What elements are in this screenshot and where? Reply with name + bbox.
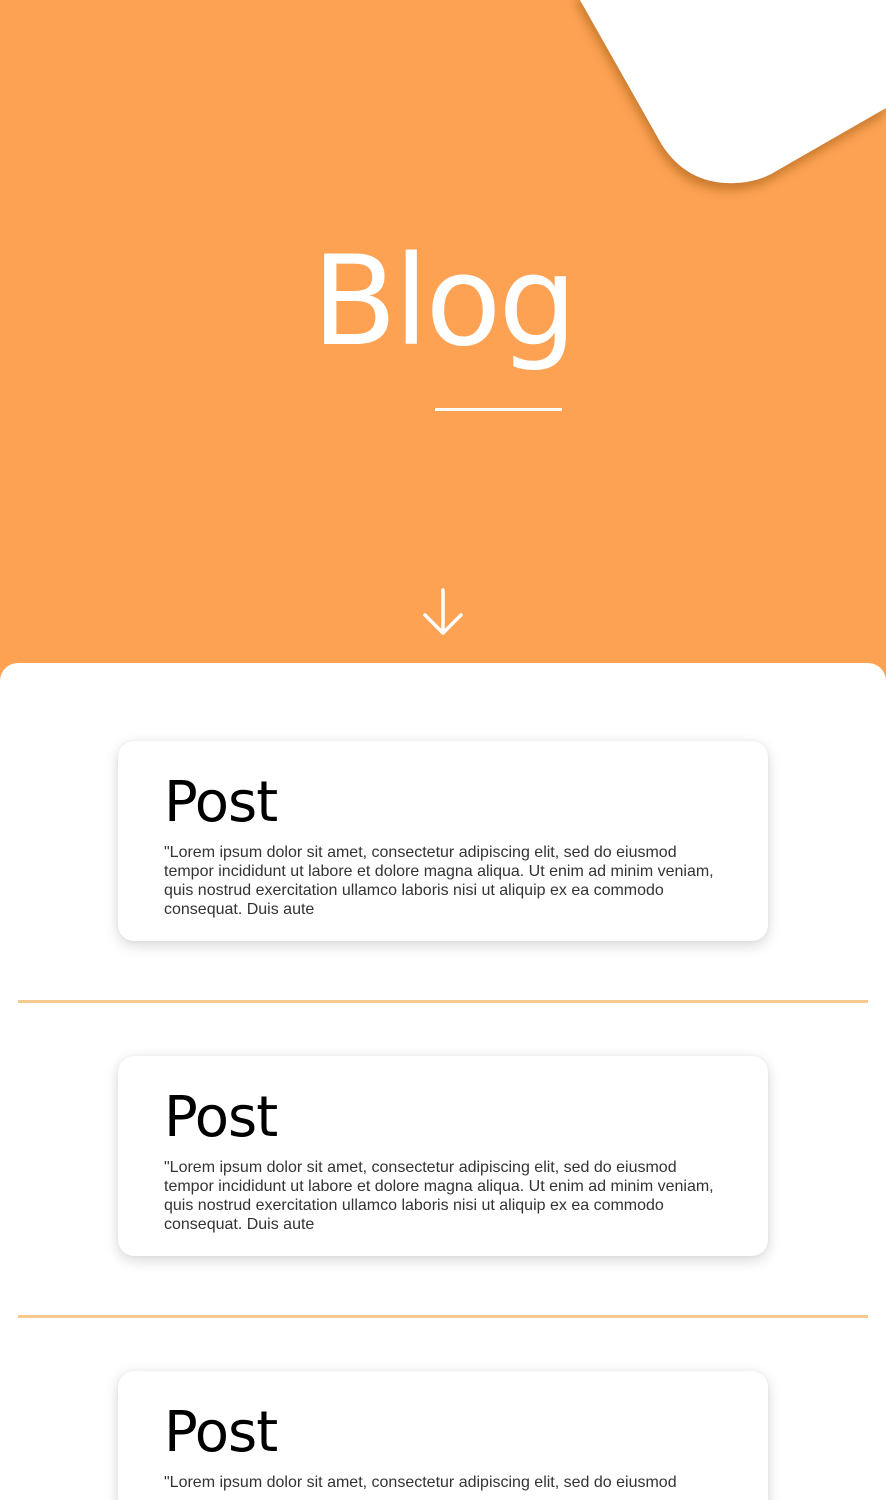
page-title: Blog — [311, 230, 577, 374]
posts-section: Post "Lorem ipsum dolor sit amet, consec… — [0, 663, 886, 1500]
post-card[interactable]: Post "Lorem ipsum dolor sit amet, consec… — [118, 1056, 768, 1256]
post-card[interactable]: Post "Lorem ipsum dolor sit amet, consec… — [118, 1371, 768, 1500]
blog-page: Blog Post "Lorem ipsum dolor sit amet, c… — [0, 0, 886, 1500]
title-underline — [435, 408, 562, 411]
post-excerpt: "Lorem ipsum dolor sit amet, consectetur… — [164, 1474, 677, 1491]
post-divider — [18, 1000, 868, 1003]
post-excerpt: "Lorem ipsum dolor sit amet, consectetur… — [164, 844, 714, 918]
post-excerpt: "Lorem ipsum dolor sit amet, consectetur… — [164, 1159, 714, 1233]
post-title: Post — [164, 1400, 278, 1465]
post-divider — [18, 1315, 868, 1318]
arrow-down-icon[interactable] — [420, 588, 466, 638]
post-card[interactable]: Post "Lorem ipsum dolor sit amet, consec… — [118, 741, 768, 941]
decorative-corner-shape — [580, 0, 886, 184]
post-title: Post — [164, 1085, 278, 1150]
post-title: Post — [164, 770, 278, 835]
hero-banner: Blog — [0, 0, 886, 700]
